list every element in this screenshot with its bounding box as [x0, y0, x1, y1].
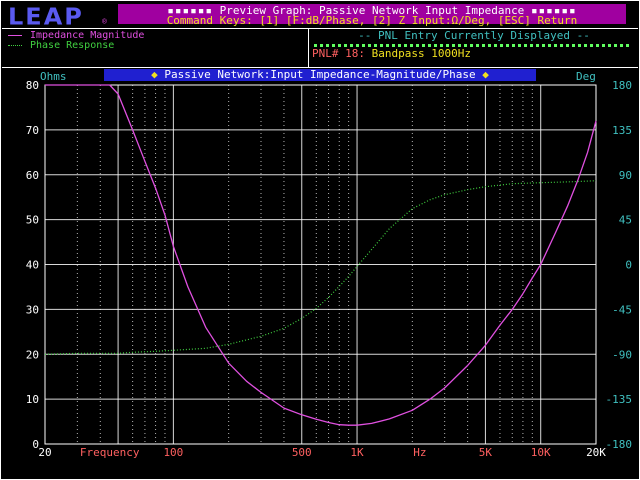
x-tick-label: 10K: [531, 446, 551, 459]
x-axis-label: Frequency: [80, 446, 140, 459]
y-left-tick-label: 40: [26, 259, 39, 272]
y-left-tick-label: 20: [26, 348, 39, 361]
y-right-tick-label: -45: [612, 303, 632, 316]
y-left-tick-label: 80: [26, 79, 39, 92]
y-right-tick-label: 180: [612, 79, 632, 92]
y-left-tick-label: 60: [26, 169, 39, 182]
series-line-magnitude: [45, 84, 597, 426]
y-left-tick-label: 30: [26, 303, 39, 316]
series-line-phase: [44, 180, 597, 355]
x-axis-unit: Hz: [413, 446, 426, 459]
y-left-tick-label: 50: [26, 214, 39, 227]
x-tick-label: 5K: [479, 446, 493, 459]
y-left-tick-label: 70: [26, 124, 39, 137]
y-right-tick-label: 135: [612, 124, 632, 137]
x-tick-label: 20K: [586, 446, 606, 459]
x-tick-label: 500: [292, 446, 312, 459]
chart-plot: 01020304050607080-180-135-90-45045901351…: [26, 79, 633, 459]
x-tick-label: 100: [163, 446, 183, 459]
y-right-tick-label: 45: [619, 214, 632, 227]
y-right-tick-label: 0: [625, 259, 632, 272]
x-tick-label: 1K: [350, 446, 364, 459]
y-right-tick-label: -90: [612, 348, 632, 361]
y-right-tick-label: -180: [606, 438, 633, 451]
y-right-tick-label: 90: [619, 169, 632, 182]
y-right-tick-label: -135: [606, 393, 633, 406]
y-left-tick-label: 10: [26, 393, 39, 406]
x-tick-label: 20: [38, 446, 51, 459]
